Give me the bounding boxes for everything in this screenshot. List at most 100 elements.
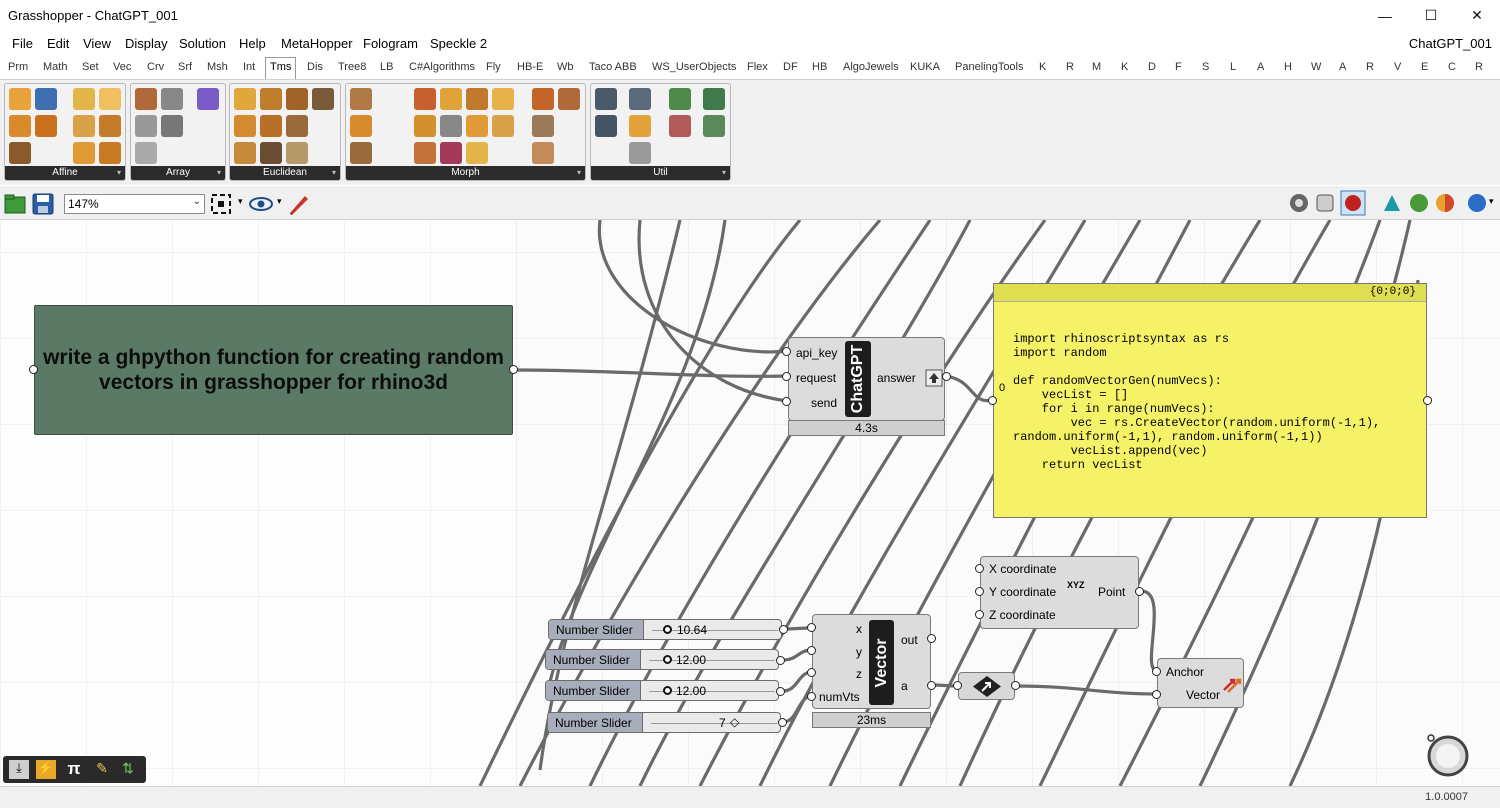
flow-icon[interactable] <box>466 88 488 110</box>
tab-set[interactable]: Set <box>82 61 99 73</box>
panel-expand-icon[interactable]: ▾ <box>117 166 121 180</box>
menu-fologram[interactable]: Fologram <box>363 36 418 51</box>
scale-icon[interactable] <box>9 88 31 110</box>
tab-k[interactable]: K <box>1039 61 1046 73</box>
slider-knob[interactable] <box>663 625 672 634</box>
tab-int[interactable]: Int <box>243 61 255 73</box>
menu-metahopper[interactable]: MetaHopper <box>281 36 353 51</box>
vector-x-grip[interactable] <box>807 623 816 632</box>
tab-a[interactable]: A <box>1339 61 1346 73</box>
rectangular-array-icon[interactable] <box>161 88 183 110</box>
answer-grip[interactable] <box>942 372 951 381</box>
panel-output-grip[interactable] <box>509 365 518 374</box>
orient-direction-icon[interactable] <box>234 142 256 164</box>
tab-msh[interactable]: Msh <box>207 61 228 73</box>
api-key-grip[interactable] <box>782 347 791 356</box>
send-grip[interactable] <box>782 397 791 406</box>
tab-hb-e[interactable]: HB-E <box>517 61 543 73</box>
vector-z-grip[interactable] <box>807 668 816 677</box>
panel-expand-icon[interactable]: ▾ <box>332 166 336 180</box>
taper-icon[interactable] <box>492 115 514 137</box>
menu-file[interactable]: File <box>12 36 33 51</box>
linear-array-icon[interactable] <box>135 115 157 137</box>
param-output-grip[interactable] <box>1011 681 1020 690</box>
move-icon[interactable] <box>234 115 256 137</box>
box-morph-icon[interactable] <box>350 115 372 137</box>
tab-m[interactable]: M <box>1092 61 1101 73</box>
tab-vec[interactable]: Vec <box>113 61 131 73</box>
profiler-icon[interactable]: ⚡ <box>36 760 56 779</box>
vector-y-grip[interactable] <box>807 646 816 655</box>
bicycle-icon[interactable] <box>73 88 95 110</box>
number-slider-1[interactable]: Number Slider 10.64 <box>548 619 782 640</box>
panel-expand-icon[interactable]: ▾ <box>722 166 726 180</box>
vector-component[interactable]: x y z numVts Vector out a <box>812 614 931 709</box>
vector-display-component[interactable]: Anchor Vector <box>1157 658 1244 708</box>
merge-group-icon[interactable] <box>669 115 691 137</box>
tab-h[interactable]: H <box>1284 61 1292 73</box>
map-to-surface-icon[interactable] <box>440 88 462 110</box>
bend-deform-icon[interactable] <box>414 88 436 110</box>
polar-array-icon[interactable] <box>197 88 219 110</box>
mirror-icon[interactable] <box>35 115 57 137</box>
tab-kuka[interactable]: KUKA <box>910 61 940 73</box>
tab-f[interactable]: F <box>1175 61 1182 73</box>
tab-e[interactable]: E <box>1421 61 1428 73</box>
shear-icon[interactable] <box>35 88 57 110</box>
menu-speckle[interactable]: Speckle 2 <box>430 36 487 51</box>
maximize-button[interactable]: ☐ <box>1408 0 1454 31</box>
tab-algojewels[interactable]: AlgoJewels <box>843 61 899 73</box>
vector-numvts-grip[interactable] <box>807 692 816 701</box>
number-slider-2[interactable]: Number Slider 12.00 <box>545 649 779 670</box>
slider-knob[interactable] <box>663 686 672 695</box>
request-grip[interactable] <box>782 372 791 381</box>
box-map-icon[interactable] <box>9 142 31 164</box>
code-panel-output-grip[interactable] <box>1423 396 1432 405</box>
ungroup-icon[interactable] <box>703 88 725 110</box>
rotate-direction-icon[interactable] <box>312 88 334 110</box>
kaleidoscope-icon[interactable] <box>135 142 157 164</box>
point-z-grip[interactable] <box>975 610 984 619</box>
mesh-preview-icon[interactable] <box>1408 192 1430 214</box>
menu-display[interactable]: Display <box>125 36 168 51</box>
upload-icon[interactable] <box>925 369 943 387</box>
vector-param[interactable] <box>958 672 1015 700</box>
number-slider-3[interactable]: Number Slider 12.00 <box>545 680 779 701</box>
dropdown-arrow-icon[interactable]: ▾ <box>1489 196 1494 207</box>
maelstrom-icon[interactable] <box>492 88 514 110</box>
prompt-panel[interactable]: write a ghpython function for creating r… <box>34 305 513 435</box>
point-output-grip[interactable] <box>1135 587 1144 596</box>
tab-crv[interactable]: Crv <box>147 61 164 73</box>
navigation-widget-icon[interactable] <box>1424 730 1472 780</box>
open-file-icon[interactable] <box>4 193 26 215</box>
sporph-icon[interactable] <box>414 115 436 137</box>
zoom-dropdown[interactable]: 147% ⌄ <box>64 194 205 214</box>
split-icon[interactable] <box>595 115 617 137</box>
tab-r[interactable]: R <box>1366 61 1374 73</box>
sphere-display-icon[interactable] <box>1466 192 1488 214</box>
stretch-icon[interactable] <box>414 142 436 164</box>
sketch-pen-icon[interactable] <box>287 192 311 216</box>
triangle-map-icon[interactable] <box>73 142 95 164</box>
blend-box-icon[interactable] <box>350 88 372 110</box>
dropdown-arrow-icon[interactable]: ▾ <box>238 196 243 207</box>
tab-fly[interactable]: Fly <box>486 61 501 73</box>
vector-grip[interactable] <box>1152 690 1161 699</box>
rotate-axis-icon[interactable] <box>260 88 282 110</box>
surface-morph-icon[interactable] <box>466 142 488 164</box>
chatgpt-component[interactable]: api_key request send ChatGPT answer <box>788 337 945 421</box>
tab-wb[interactable]: Wb <box>557 61 574 73</box>
tab-v[interactable]: V <box>1394 61 1401 73</box>
surface-box-icon[interactable] <box>350 142 372 164</box>
menu-view[interactable]: View <box>83 36 111 51</box>
curve-array-icon[interactable] <box>135 88 157 110</box>
transform-icon[interactable] <box>286 142 308 164</box>
preview-wireframe-icon[interactable] <box>1288 192 1310 214</box>
tab-lb[interactable]: LB <box>380 61 393 73</box>
construct-point-component[interactable]: X coordinate Y coordinate Z coordinate X… <box>980 556 1139 629</box>
param-input-grip[interactable] <box>953 681 962 690</box>
move-away-icon[interactable] <box>260 115 282 137</box>
window-map-icon[interactable] <box>532 142 554 164</box>
spatial-deform-icon[interactable] <box>466 115 488 137</box>
anchor-grip[interactable] <box>1152 667 1161 676</box>
